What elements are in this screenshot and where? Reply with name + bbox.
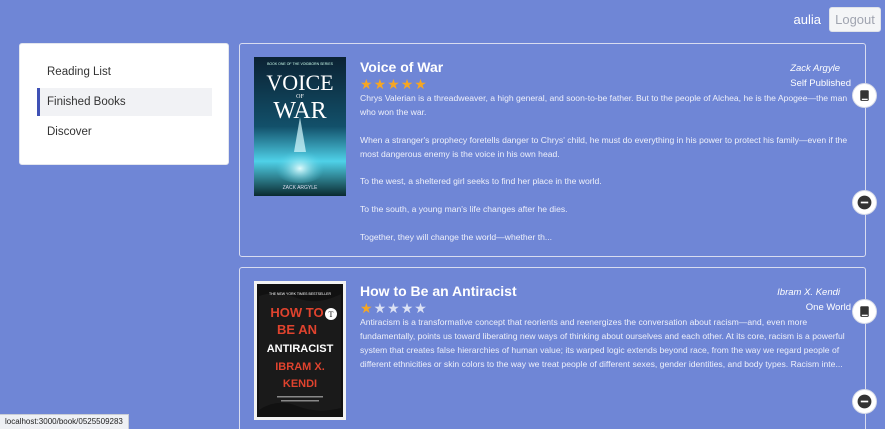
book-description: Antiracism is a transformative concept t… xyxy=(360,316,854,386)
book-cover-image: BOOK ONE OF THE VOIDBORN SERIES VOICE OF… xyxy=(254,57,346,196)
mark-unread-button[interactable] xyxy=(852,83,877,108)
book-cover-image: THE NEW YORK TIMES BESTSELLER HOW TO BE … xyxy=(257,284,343,417)
cover-title-line2: BE AN xyxy=(277,322,317,337)
star-icon[interactable]: ★ xyxy=(401,300,415,316)
star-rating[interactable]: ★★★★★ xyxy=(360,300,428,317)
book-card[interactable]: BOOK ONE OF THE VOIDBORN SERIES VOICE OF… xyxy=(239,43,866,257)
cover-title-line1: HOW TO xyxy=(270,305,323,320)
description-paragraph: Antiracism is a transformative concept t… xyxy=(360,317,845,369)
description-paragraph: When a stranger's prophecy foretells dan… xyxy=(360,134,848,159)
star-icon[interactable]: ★ xyxy=(374,300,388,316)
status-bar-url: localhost:3000/book/0525509283 xyxy=(0,414,129,429)
description-paragraph: Chrys Valerian is a threadweaver, a high… xyxy=(360,93,848,117)
star-icon[interactable]: ★ xyxy=(360,300,374,316)
star-icon[interactable]: ★ xyxy=(360,76,374,92)
remove-from-list-button[interactable] xyxy=(852,389,877,414)
mark-unread-button[interactable] xyxy=(852,299,877,324)
book-publisher: Self Published xyxy=(790,78,851,89)
description-paragraph: Together, they will change the world—whe… xyxy=(360,232,553,242)
book-publisher: One World xyxy=(805,302,851,313)
star-icon[interactable]: ★ xyxy=(374,76,388,92)
sidebar-item-discover[interactable]: Discover xyxy=(37,118,212,146)
book-icon xyxy=(860,306,869,317)
book-title[interactable]: How to Be an Antiracist xyxy=(360,283,517,299)
star-icon[interactable]: ★ xyxy=(401,76,415,92)
cover-author-line2: KENDI xyxy=(283,378,317,390)
book-icon xyxy=(860,90,869,101)
cover-small-text: THE NEW YORK TIMES BESTSELLER xyxy=(269,292,332,296)
svg-text:T: T xyxy=(329,310,334,319)
cover-author-text: ZACK ARGYLE xyxy=(283,185,318,191)
minus-circle-icon xyxy=(857,195,872,210)
star-icon[interactable]: ★ xyxy=(387,300,401,316)
sidebar-item-reading-list[interactable]: Reading List xyxy=(37,58,212,86)
star-icon[interactable]: ★ xyxy=(387,76,401,92)
top-bar: aulia Logout xyxy=(0,0,885,40)
book-card[interactable]: THE NEW YORK TIMES BESTSELLER HOW TO BE … xyxy=(239,267,866,429)
cover-small-text: BOOK ONE OF THE VOIDBORN SERIES xyxy=(267,62,334,66)
remove-from-list-button[interactable] xyxy=(852,190,877,215)
sidebar-nav: Reading List Finished Books Discover xyxy=(19,43,229,165)
book-author: Ibram X. Kendi xyxy=(777,287,840,298)
cover-title-line3: WAR xyxy=(273,98,326,124)
star-icon[interactable]: ★ xyxy=(414,300,428,316)
cover-title-line3: ANTIRACIST xyxy=(267,343,334,355)
cover-author-line1: IBRAM X. xyxy=(275,361,325,373)
cover-title-line1: VOICE xyxy=(266,70,333,95)
book-author: Zack Argyle xyxy=(790,63,840,74)
book-cover[interactable]: BOOK ONE OF THE VOIDBORN SERIES VOICE OF… xyxy=(254,57,346,196)
sidebar-item-finished-books[interactable]: Finished Books xyxy=(37,88,212,116)
book-title[interactable]: Voice of War xyxy=(360,59,443,75)
description-paragraph: To the west, a sheltered girl seeks to f… xyxy=(360,176,602,187)
book-cover[interactable]: THE NEW YORK TIMES BESTSELLER HOW TO BE … xyxy=(254,281,346,420)
username: aulia xyxy=(793,12,821,27)
minus-circle-icon xyxy=(857,394,872,409)
book-description: Chrys Valerian is a threadweaver, a high… xyxy=(360,92,854,259)
logout-button[interactable]: Logout xyxy=(829,7,881,32)
description-paragraph: To the south, a young man's life changes… xyxy=(360,204,568,215)
star-icon[interactable]: ★ xyxy=(414,76,428,92)
star-rating[interactable]: ★★★★★ xyxy=(360,76,428,93)
